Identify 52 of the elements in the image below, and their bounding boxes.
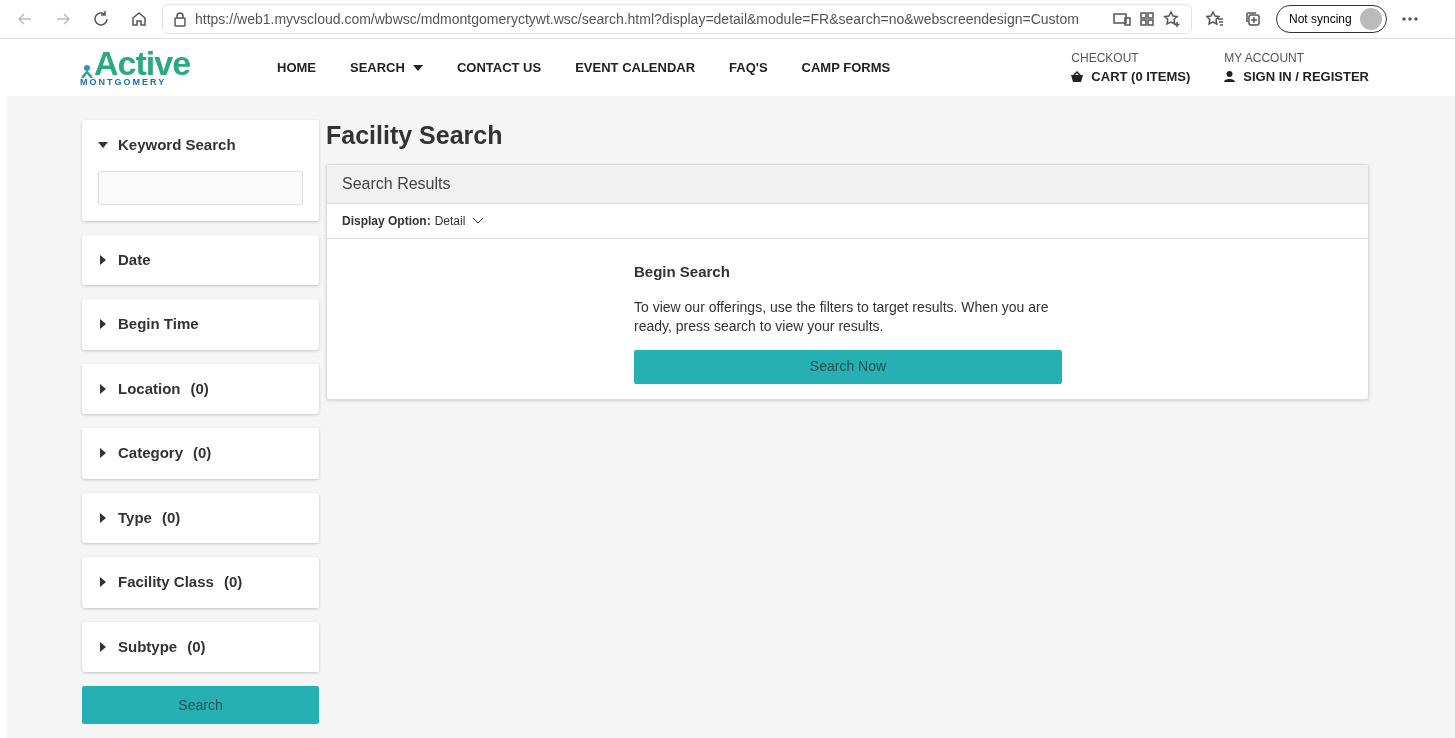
account-link[interactable]: SIGN IN / REGISTER [1224, 66, 1369, 87]
logo-wordmark: Active [94, 48, 191, 78]
caret-right-icon [98, 512, 108, 523]
keyword-field[interactable] [98, 170, 303, 205]
favorites-icon[interactable] [1206, 10, 1224, 28]
caret-icon [412, 64, 423, 71]
lock-icon [173, 11, 187, 27]
nav-link[interactable]: FAQ'S [712, 57, 785, 78]
collections-icon[interactable] [1244, 10, 1262, 28]
refresh-icon[interactable] [92, 10, 110, 28]
begin-search-heading: Begin Search [634, 262, 731, 282]
filter-toggle[interactable]: Begin Time [98, 299, 303, 350]
filter-toggle[interactable]: Facility Class (0) [98, 557, 303, 608]
nav-link[interactable]: HOME [260, 57, 333, 78]
screen-icon[interactable] [1113, 11, 1131, 27]
address-bar[interactable]: https://web1.myvscloud.com/wbwsc/mdmontgomeryctywt.wsc/search.html?display=detail&module=FR&search=no&webscreendesign=Custom [162, 4, 1192, 34]
nav-link[interactable]: EVENT CALENDAR [558, 57, 713, 78]
profile-button[interactable]: Not syncing [1276, 5, 1387, 33]
caret-right-icon [98, 383, 108, 394]
nav-link[interactable]: CAMP FORMS [784, 57, 908, 78]
filter-toggle[interactable]: Date [98, 234, 303, 285]
caret-right-icon [98, 254, 108, 265]
display-option-label: Display Option: [342, 213, 431, 230]
user-icon [1224, 71, 1236, 82]
url-text: https://web1.myvscloud.com/wbwsc/mdmontgomeryctywt.wsc/search.html?display=detail&module=FR&search=no&webscreendesign=Custom [195, 9, 1080, 29]
caret-right-icon [98, 641, 108, 652]
filter-toggle[interactable]: Keyword Search [98, 120, 303, 171]
display-option-dropdown[interactable]: Detail [430, 212, 484, 230]
home-icon[interactable] [130, 10, 148, 28]
nav-link[interactable]: SEARCH [333, 57, 440, 78]
grid-icon[interactable] [1139, 11, 1155, 27]
caret-right-icon [98, 448, 108, 459]
basket-icon [1071, 71, 1084, 82]
search-now-button[interactable]: Search Now [634, 349, 1062, 384]
begin-search-message: To view our offerings, use the filters to target results. When you are ready, press search to view your results. [634, 297, 1050, 336]
account-heading: MY ACCOUNT [1224, 49, 1306, 67]
avatar-icon [1359, 8, 1382, 30]
filter-toggle[interactable]: Subtype (0) [98, 621, 303, 672]
caret-right-icon [98, 577, 108, 588]
filter-toggle[interactable]: Location (0) [98, 363, 303, 414]
logo-subtitle: MONTGOMERY [80, 78, 167, 87]
account-link[interactable]: CART (0 ITEMS) [1071, 66, 1191, 87]
caret-right-icon [98, 319, 108, 330]
page-title: Facility Search [326, 120, 504, 150]
account-heading: CHECKOUT [1071, 49, 1140, 67]
results-header: Search Results [327, 165, 1368, 204]
filter-toggle[interactable]: Type (0) [98, 492, 303, 543]
star-plus-icon[interactable] [1163, 10, 1181, 28]
chevron-down-icon [473, 218, 484, 224]
filter-toggle[interactable]: Category (0) [98, 428, 303, 479]
runner-icon [80, 64, 94, 78]
nav-link[interactable]: CONTACT US [439, 57, 559, 78]
